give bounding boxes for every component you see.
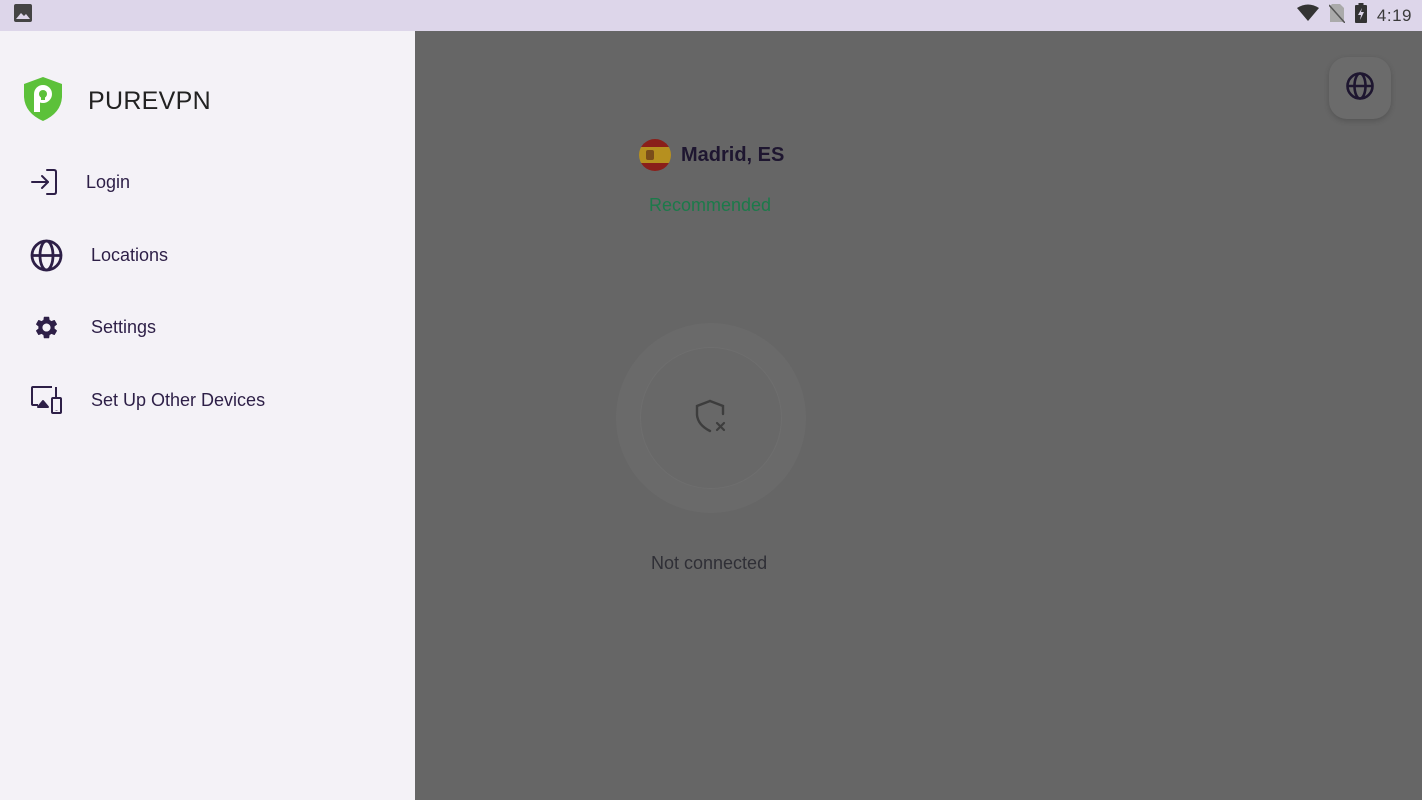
no-sim-icon <box>1328 3 1346 28</box>
globe-icon <box>1345 71 1375 106</box>
menu-item-label: Settings <box>91 316 157 337</box>
wifi-icon <box>1296 4 1319 27</box>
connection-status: Not connected <box>651 553 768 573</box>
menu-item-setup-devices[interactable]: Set Up Other Devices <box>0 372 415 428</box>
menu-item-label: Set Up Other Devices <box>91 389 266 410</box>
menu-item-settings[interactable]: Settings <box>0 299 415 355</box>
menu-item-login[interactable]: Login <box>0 154 415 210</box>
locations-globe-button[interactable] <box>1329 57 1391 119</box>
menu-item-locations[interactable]: Locations <box>0 227 415 283</box>
devices-icon <box>30 385 64 415</box>
menu-item-label: Locations <box>91 244 169 265</box>
menu-item-label: Login <box>86 171 131 192</box>
login-icon <box>30 168 58 196</box>
recommended-badge: Recommended <box>649 195 772 215</box>
navigation-drawer: PUREVPN Login Locations Settings Set Up … <box>0 31 415 800</box>
location-name: Madrid, ES <box>681 143 785 166</box>
battery-charging-icon <box>1354 3 1367 28</box>
shield-x-icon <box>690 395 732 442</box>
globe-icon <box>30 239 63 272</box>
purevpn-logo-icon <box>22 75 64 128</box>
spain-flag-icon <box>639 139 671 171</box>
image-icon <box>14 4 32 27</box>
status-bar: 4:19 <box>0 0 1422 31</box>
main-content-scrim[interactable]: Madrid, ES Recommended Not connected <box>415 31 1422 800</box>
brand-name: PUREVPN <box>88 87 211 115</box>
clock: 4:19 <box>1376 5 1412 25</box>
connect-button[interactable] <box>640 347 782 489</box>
selected-location[interactable]: Madrid, ES <box>639 139 784 171</box>
gear-icon <box>33 314 60 341</box>
connect-button-ring <box>616 323 806 513</box>
brand: PUREVPN <box>22 75 211 128</box>
